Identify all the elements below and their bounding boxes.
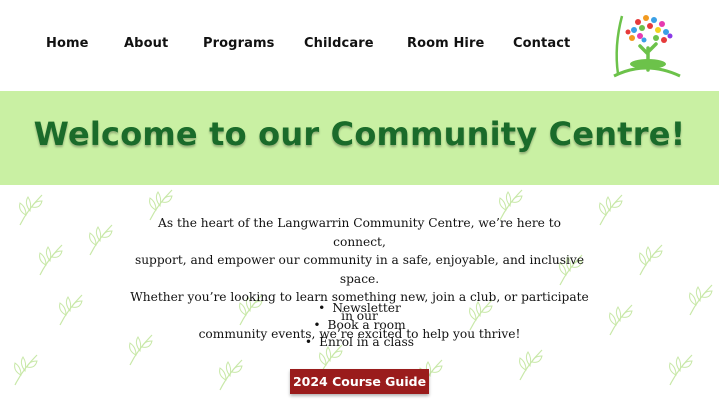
hero-banner: Welcome to our Community Centre!: [0, 91, 719, 185]
link-label: Book a room: [327, 318, 406, 332]
bullet: •: [318, 301, 326, 315]
page-title: Welcome to our Community Centre!: [33, 115, 686, 153]
bullet: •: [313, 318, 321, 332]
welcome-section: As the heart of the Langwarrin Community…: [0, 185, 719, 406]
site-header: Home About Programs Childcare Room Hire …: [0, 0, 719, 91]
nav-room-hire[interactable]: Room Hire: [407, 36, 484, 51]
bullet: •: [304, 335, 313, 349]
quick-links-list: • Newsletter • Book a room • Enrol in a cla…: [0, 300, 719, 351]
intro-line: support, and empower our community in a …: [134, 253, 585, 286]
nav-home[interactable]: Home: [46, 36, 89, 51]
nav-programs[interactable]: Programs: [203, 36, 274, 51]
link-newsletter[interactable]: • Newsletter: [0, 300, 719, 317]
link-label: Enrol in a class: [319, 335, 415, 349]
link-label: Newsletter: [332, 301, 401, 315]
intro-line: As the heart of the Langwarrin Community…: [158, 216, 561, 249]
nav-contact[interactable]: Contact: [513, 36, 570, 51]
link-enrol-in-a-class[interactable]: • Enrol in a class: [0, 334, 719, 351]
link-book-a-room[interactable]: • Book a room: [0, 317, 719, 334]
course-guide-button[interactable]: 2024 Course Guide: [290, 369, 429, 394]
nav-about[interactable]: About: [124, 36, 168, 51]
tree-of-hands-logo-icon[interactable]: [608, 8, 684, 80]
main-nav: Home About Programs Childcare Room Hire …: [0, 36, 600, 56]
nav-childcare[interactable]: Childcare: [304, 36, 374, 51]
